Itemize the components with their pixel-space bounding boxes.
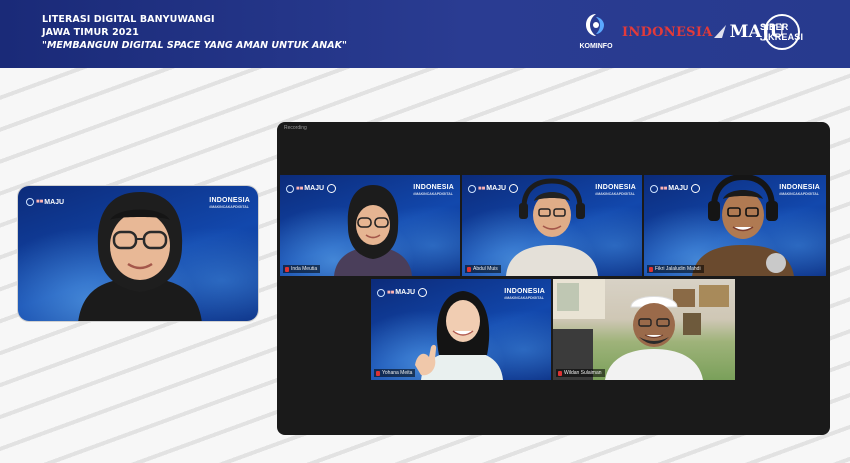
top-banner: LITERASI DIGITAL BANYUWANGI JAWA TIMUR 2… <box>0 0 850 68</box>
kominfo-logo: KOMINFO <box>576 12 616 56</box>
speaker-tile-logo-mark: ■■ <box>36 199 44 205</box>
speaker-person <box>78 192 202 321</box>
participant-name: Inda Meutia <box>291 266 318 272</box>
participant-tile[interactable]: Wildan Sulaiman <box>553 279 735 380</box>
speaker-badge-sub: #MAKINCAKAPDIGITAL <box>209 205 249 209</box>
zoom-meeting-window: Recording ■■ MAJU INDONESIA #MAKINCAKAPD… <box>277 122 830 435</box>
participant-person <box>334 185 412 276</box>
siberkreasi-logo: SIBER KREASI <box>758 14 804 52</box>
participant-tile[interactable]: ■■ MAJU INDONESIA #MAKINCAKAPDIGITAL Abd… <box>462 175 642 276</box>
tile-logo-word: MAJU <box>668 185 689 192</box>
participant-tile[interactable]: ■■ MAJU INDONESIA #MAKINCAKAPDIGITAL Fik… <box>644 175 826 276</box>
recording-indicator: Recording <box>284 125 307 131</box>
kominfo-mini-icon <box>650 184 658 193</box>
participant-name-tag: Abdul Muis <box>465 265 501 273</box>
participant-person <box>506 178 598 276</box>
speaker-badge-title: INDONESIA <box>209 197 250 204</box>
kominfo-icon <box>586 14 604 36</box>
kominfo-mini-icon <box>377 288 385 297</box>
tile-badge-sub: #MAKINCAKAPDIGITAL <box>413 192 453 196</box>
tile-logo-word: MAJU <box>304 185 325 192</box>
event-title: LITERASI DIGITAL BANYUWANGI <box>42 14 215 25</box>
participant-person <box>692 175 794 276</box>
kominfo-mini-icon <box>468 184 476 193</box>
participant-name-tag: Inda Meutia <box>283 265 321 273</box>
participant-tile[interactable]: ■■ MAJU INDONESIA #MAKINCAKAPDIGITAL Ind… <box>280 175 460 276</box>
muted-mic-icon <box>558 370 562 376</box>
event-titles: LITERASI DIGITAL BANYUWANGI JAWA TIMUR 2… <box>42 13 347 52</box>
event-region: JAWA TIMUR 2021 <box>42 27 139 38</box>
kreasi-wordmark: KREASI <box>768 32 804 42</box>
participant-person <box>605 296 703 380</box>
indonesia-wordmark: INDONESIA <box>622 24 713 40</box>
muted-mic-icon <box>467 266 471 272</box>
event-theme: "MEMBANGUN DIGITAL SPACE YANG AMAN UNTUK… <box>42 40 347 51</box>
muted-mic-icon <box>376 370 380 376</box>
participant-name-tag: Yohana Meita <box>374 369 416 377</box>
maju-swoosh-icon <box>713 25 726 38</box>
speaker-video-tile[interactable]: ■■ MAJU INDONESIA #MAKINCAKAPDIGITAL <box>17 185 259 322</box>
tile-badge-title: INDONESIA <box>413 184 454 191</box>
participant-name: Yohana Meita <box>382 370 413 376</box>
muted-mic-icon <box>285 266 289 272</box>
tile-badge: INDONESIA #MAKINCAKAPDIGITAL <box>413 184 454 196</box>
tile-logo-mark: ■■ <box>387 289 395 296</box>
speaker-tile-badge: INDONESIA #MAKINCAKAPDIGITAL <box>209 197 250 209</box>
participant-name: Fikri Jalaludin Mahdi <box>655 266 701 272</box>
participant-tile[interactable]: ■■ MAJU INDONESIA #MAKINCAKAPDIGITAL Yoh… <box>371 279 551 380</box>
participant-name: Abdul Muis <box>473 266 498 272</box>
tile-logo-mark: ■■ <box>478 185 486 192</box>
kominfo-label: KOMINFO <box>579 43 613 50</box>
kominfo-mini-icon <box>26 198 34 206</box>
participant-name-tag: Fikri Jalaludin Mahdi <box>647 265 704 273</box>
muted-mic-icon <box>649 266 653 272</box>
speaker-tile-logo: ■■ MAJU <box>26 198 64 206</box>
participant-person <box>415 291 503 380</box>
speaker-tile-logo-word: MAJU <box>44 198 65 206</box>
participant-name-tag: Wildan Sulaiman <box>556 369 605 377</box>
participant-name: Wildan Sulaiman <box>564 370 602 376</box>
siber-wordmark: SIBER <box>760 22 789 32</box>
tile-logo-mark: ■■ <box>660 185 668 192</box>
tile-logo-mark: ■■ <box>296 185 304 192</box>
kominfo-mini-icon <box>286 184 294 193</box>
